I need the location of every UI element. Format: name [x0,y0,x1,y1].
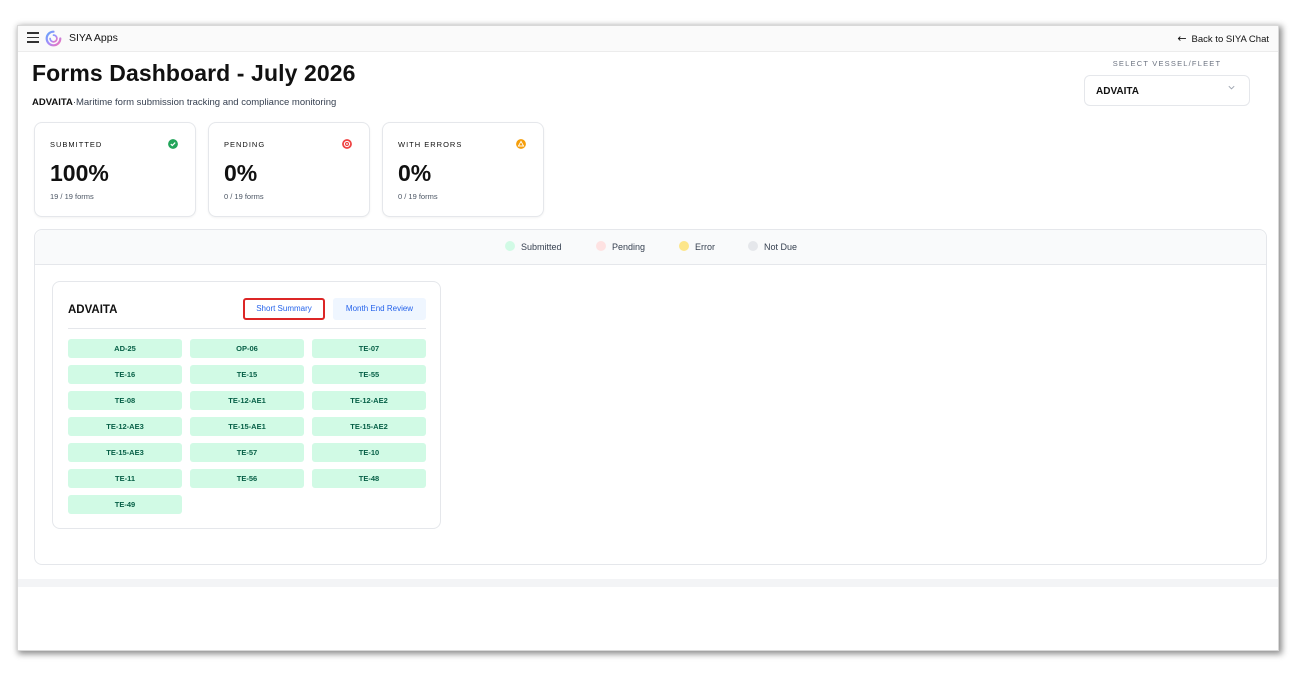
form-chip[interactable]: AD-25 [68,339,182,358]
stat-label: WITH ERRORS [398,140,463,149]
page-subtitle: ADVAITA·Maritime form submission trackin… [32,97,336,108]
vessel-fleet-select[interactable]: ADVAITA [1084,75,1250,106]
stat-count: 0 / 19 forms [224,192,264,201]
menu-icon[interactable] [27,32,39,44]
form-chip[interactable]: TE-10 [312,443,426,462]
app-window: SIYA Apps ← Back to SIYA Chat Forms Dashb… [18,26,1278,650]
subtitle-vessel: ADVAITA [32,97,73,108]
stat-count: 0 / 19 forms [398,192,438,201]
form-chip[interactable]: TE-56 [190,469,304,488]
stat-value: 0% [224,160,258,186]
legend-label: Pending [612,242,646,252]
chevron-down-icon [1228,85,1235,90]
divider [68,328,426,329]
legend-swatch [596,241,606,251]
forms-panel: Submitted Pending Error Not Due ADVAITA … [34,229,1267,565]
pending-clock-icon [342,139,352,149]
form-chip[interactable]: TE-07 [312,339,426,358]
stat-value: 100% [50,160,109,186]
vessel-card-title: ADVAITA [68,304,118,316]
status-legend: Submitted Pending Error Not Due [35,230,1266,265]
form-chip[interactable]: TE-15-AE3 [68,443,182,462]
short-summary-button[interactable]: Short Summary [243,298,325,320]
check-circle-icon [168,139,178,149]
pending-stat-card: PENDING 0% 0 / 19 forms [208,122,370,217]
form-chip[interactable]: TE-15-AE1 [190,417,304,436]
month-end-review-button[interactable]: Month End Review [333,298,426,320]
vessel-card: ADVAITA Short Summary Month End Review A… [52,281,441,529]
back-link-label: Back to SIYA Chat [1191,34,1269,45]
legend-item-error: Error [679,241,715,252]
form-chip[interactable]: TE-57 [190,443,304,462]
form-chip[interactable]: TE-12-AE3 [68,417,182,436]
form-chip[interactable]: TE-15-AE2 [312,417,426,436]
form-chip[interactable]: TE-55 [312,365,426,384]
form-chip[interactable]: TE-48 [312,469,426,488]
stat-value: 0% [398,160,432,186]
stat-label: PENDING [224,140,266,149]
vessel-select-label: SELECT VESSEL/FLEET [1112,59,1222,68]
form-chip[interactable]: TE-12-AE2 [312,391,426,410]
forms-grid: AD-25 OP-06 TE-07 TE-16 TE-15 TE-55 TE-08 TE-12… [68,339,426,514]
form-chip[interactable]: TE-15 [190,365,304,384]
back-to-chat-link[interactable]: ← Back to SIYA Chat [1177,32,1269,45]
siya-logo-icon [45,30,62,47]
legend-swatch [679,241,689,251]
form-chip[interactable]: TE-16 [68,365,182,384]
legend-item-not-due: Not Due [748,241,797,252]
vessel-select-value: ADVAITA [1096,86,1139,97]
stat-label: SUBMITTED [50,140,103,149]
legend-label: Not Due [764,242,798,252]
legend-swatch [748,241,758,251]
errors-stat-card: WITH ERRORS 0% 0 / 19 forms [382,122,544,217]
legend-swatch [505,241,515,251]
form-chip[interactable]: TE-11 [68,469,182,488]
form-chip[interactable]: OP-06 [190,339,304,358]
footer-strip [18,579,1278,587]
arrow-left-icon: ← [1177,32,1187,45]
submitted-stat-card: SUBMITTED 100% 19 / 19 forms [34,122,196,217]
form-chip[interactable]: TE-12-AE1 [190,391,304,410]
legend-label: Submitted [521,242,562,252]
top-bar: SIYA Apps ← Back to SIYA Chat [18,26,1278,52]
app-name: SIYA Apps [69,32,118,44]
page-title: Forms Dashboard - July 2026 [32,60,356,86]
form-chip[interactable]: TE-08 [68,391,182,410]
subtitle-text: ·Maritime form submission tracking and c… [72,97,337,108]
legend-item-submitted: Submitted [505,241,562,252]
stat-count: 19 / 19 forms [50,192,94,201]
legend-label: Error [695,242,715,252]
form-chip[interactable]: TE-49 [68,495,182,514]
warning-icon [516,139,526,149]
legend-item-pending: Pending [596,241,645,252]
